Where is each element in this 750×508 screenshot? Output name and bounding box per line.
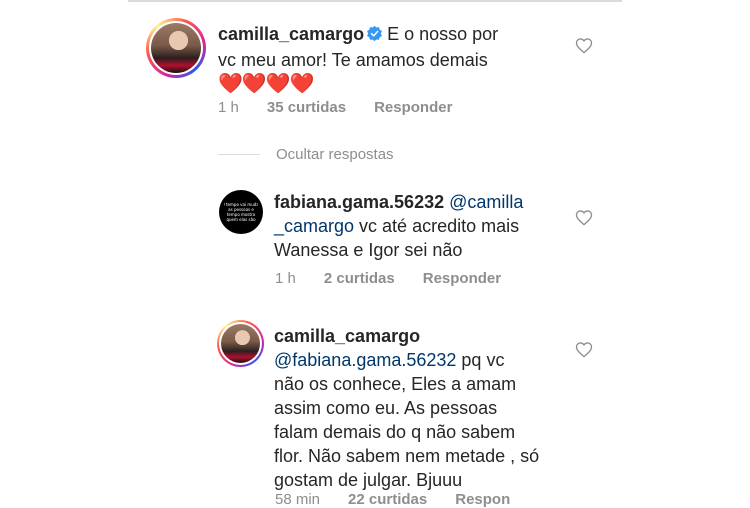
reply-mention[interactable]: @camilla <box>449 192 523 212</box>
reply-text: pq vc <box>456 350 505 370</box>
reply-text: vc até acredito mais <box>354 216 520 236</box>
reply-text-line: falam demais do q não sabem <box>274 422 516 442</box>
heart-outline-icon[interactable] <box>575 37 593 59</box>
replies-divider <box>218 154 260 155</box>
avatar[interactable]: O tempo vai mudar as pessoas e tempo mos… <box>219 190 263 234</box>
heart-outline-icon[interactable] <box>575 341 593 363</box>
reply-text-line3: Wanessa e Igor sei não <box>274 240 463 260</box>
avatar[interactable] <box>217 320 264 367</box>
reply-button[interactable]: Responder <box>423 270 501 287</box>
reply-likes[interactable]: 2 curtidas <box>324 270 395 287</box>
heart-emojis: ❤️❤️❤️❤️ <box>218 73 315 95</box>
reply-username[interactable]: camilla_camargo <box>274 324 574 348</box>
svg-text:quem elas são: quem elas são <box>226 217 256 222</box>
avatar[interactable] <box>146 18 206 78</box>
comment-username[interactable]: camilla_camargo <box>218 24 364 44</box>
reply-text-line: gostam de julgar. Bjuuu <box>274 470 463 490</box>
reply-mention-continued[interactable]: _camargo <box>274 216 354 236</box>
comment-likes[interactable]: 35 curtidas <box>267 99 346 116</box>
reply-body: fabiana.gama.56232 @camilla _camargo vc … <box>274 190 574 262</box>
avatar-text-graphic: O tempo vai mudar as pessoas e tempo mos… <box>224 202 258 222</box>
reply-text-line: não os conhece, Eles a amam <box>274 374 517 394</box>
comment-time: 1 h <box>218 99 239 116</box>
reply-mention[interactable]: @fabiana.gama.56232 <box>274 350 456 370</box>
comment-meta: 1 h 35 curtidas Responder <box>218 99 452 116</box>
top-divider <box>128 0 622 2</box>
comment-text-line2: vc meu amor! Te amamos demais <box>218 50 488 70</box>
reply-body: camilla_camargo @fabiana.gama.56232 pq v… <box>274 324 574 492</box>
reply-text-line: flor. Não sabem nem metade , só <box>274 446 540 466</box>
verified-badge-icon <box>366 24 383 48</box>
heart-outline-icon[interactable] <box>575 209 593 231</box>
reply-time: 1 h <box>275 270 296 287</box>
reply-username[interactable]: fabiana.gama.56232 <box>274 192 444 212</box>
reply-meta: 1 h 2 curtidas Responder <box>275 270 501 287</box>
reply-text-line: assim como eu. As pessoas <box>274 398 498 418</box>
hide-replies-button[interactable]: Ocultar respostas <box>218 146 394 163</box>
reply-button[interactable]: Responder <box>374 99 452 116</box>
comment-body: camilla_camargo E o nosso por vc meu amor… <box>218 22 598 96</box>
comment-text-line1: E o nosso por <box>387 24 499 44</box>
avatar-photo <box>221 324 260 363</box>
avatar-photo <box>151 23 201 73</box>
hide-replies-label: Ocultar respostas <box>276 146 394 163</box>
